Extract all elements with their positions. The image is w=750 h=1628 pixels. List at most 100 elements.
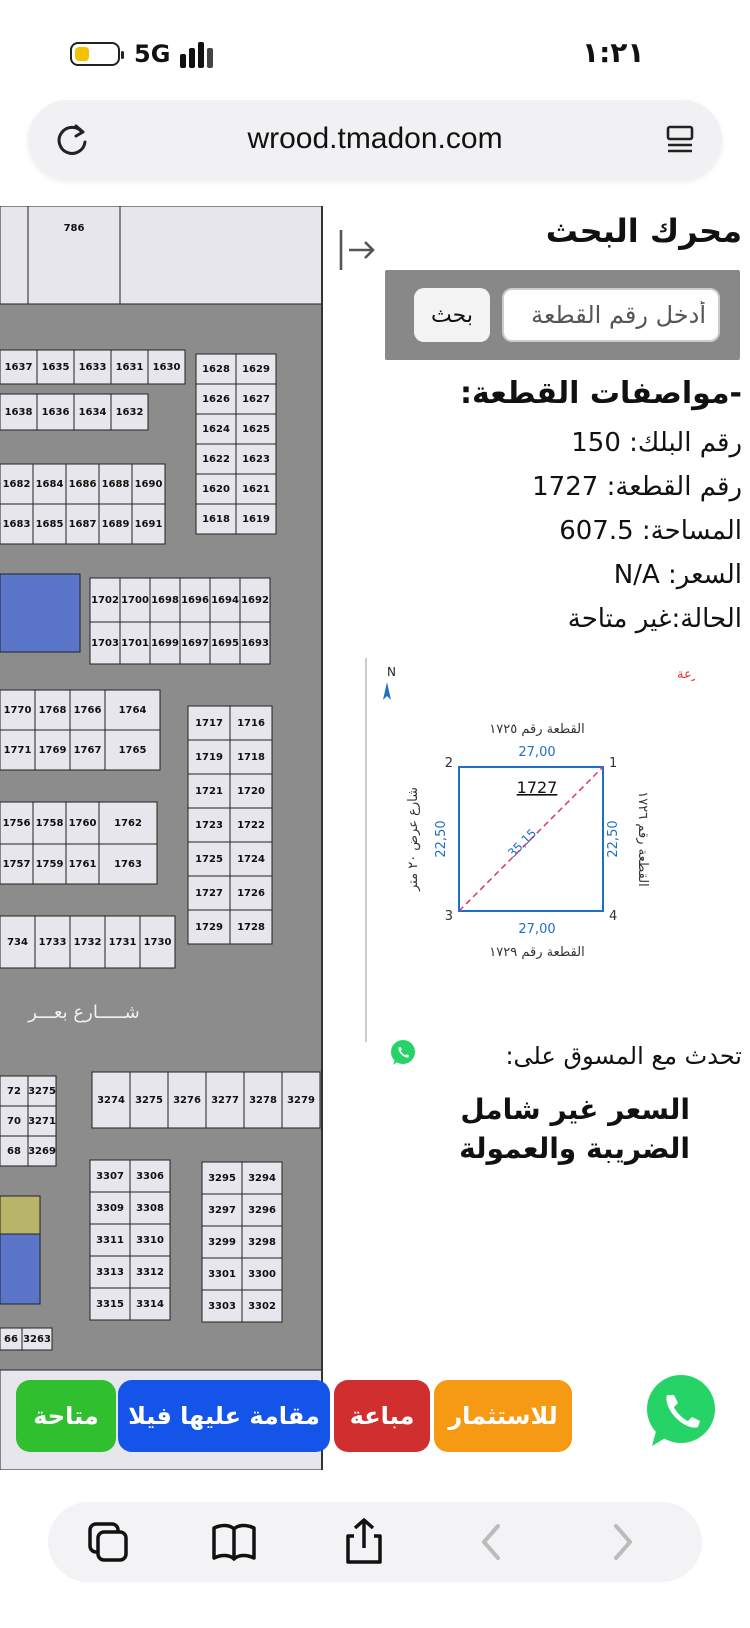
- map-lot[interactable]: 1725: [187, 841, 231, 877]
- map-lot[interactable]: 1695: [209, 621, 241, 665]
- url-text[interactable]: wrood.tmadon.com: [108, 122, 642, 156]
- map-lot[interactable]: 3263: [21, 1327, 53, 1351]
- map-lot[interactable]: 1721: [187, 773, 231, 809]
- map-lot[interactable]: 1758: [32, 801, 67, 845]
- map-lot[interactable]: 3310: [129, 1223, 171, 1257]
- plot-map[interactable]: 786 1637 1635 1633 1631 1630 1638 1636 1634 1632 1…: [0, 206, 323, 1470]
- map-lot[interactable]: 1760: [65, 801, 100, 845]
- legend-available-button[interactable]: متاحة: [16, 1380, 116, 1452]
- collapse-arrow-icon[interactable]: [337, 228, 377, 272]
- map-lot[interactable]: 1718: [229, 739, 273, 775]
- map-lot[interactable]: 1638: [0, 393, 38, 431]
- map-lot[interactable]: 3277: [205, 1071, 245, 1129]
- map-lot[interactable]: 3269: [27, 1135, 57, 1167]
- address-bar[interactable]: wrood.tmadon.com: [28, 100, 722, 180]
- map-lot[interactable]: 1703: [89, 621, 121, 665]
- map-lot[interactable]: 1621: [235, 473, 277, 505]
- map-lot[interactable]: 1756: [0, 801, 34, 845]
- map-lot[interactable]: 3297: [201, 1193, 243, 1227]
- map-lot[interactable]: 3274: [91, 1071, 131, 1129]
- whatsapp-float-icon[interactable]: [638, 1368, 724, 1454]
- map-lot[interactable]: 1626: [195, 383, 237, 415]
- map-lot[interactable]: 1767: [69, 729, 106, 771]
- map-lot[interactable]: 1689: [98, 503, 133, 545]
- map-lot[interactable]: 1763: [98, 843, 158, 885]
- map-lot[interactable]: 1700: [119, 577, 151, 623]
- map-lot[interactable]: 1723: [187, 807, 231, 843]
- map-lot[interactable]: 1726: [229, 875, 273, 911]
- map-canvas[interactable]: 786 1637 1635 1633 1631 1630 1638 1636 1634 1632 1…: [0, 206, 323, 1470]
- map-lot[interactable]: 1702: [89, 577, 121, 623]
- map-lot[interactable]: 1634: [73, 393, 112, 431]
- map-lot[interactable]: 1690: [131, 463, 166, 505]
- map-lot[interactable]: 1765: [104, 729, 161, 771]
- legend-investment-button[interactable]: للاستثمار: [434, 1380, 572, 1452]
- map-lot[interactable]: 1768: [34, 689, 71, 731]
- reload-icon[interactable]: [50, 118, 94, 162]
- map-lot[interactable]: 1730: [139, 915, 176, 969]
- map-lot[interactable]: 1766: [69, 689, 106, 731]
- legend-sold-button[interactable]: مباعة: [334, 1380, 430, 1452]
- map-lot[interactable]: 3303: [201, 1289, 243, 1323]
- map-lot[interactable]: 1719: [187, 739, 231, 775]
- map-lot[interactable]: 68: [0, 1135, 29, 1167]
- map-lot[interactable]: 1694: [209, 577, 241, 623]
- map-lot[interactable]: 3301: [201, 1257, 243, 1291]
- map-lot[interactable]: 3311: [89, 1223, 131, 1257]
- map-lot[interactable]: 1623: [235, 443, 277, 475]
- map-lot[interactable]: 3307: [89, 1159, 131, 1193]
- map-lot[interactable]: 3302: [241, 1289, 283, 1323]
- map-lot[interactable]: 3314: [129, 1287, 171, 1321]
- map-lot[interactable]: 1620: [195, 473, 237, 505]
- map-lot[interactable]: 1627: [235, 383, 277, 415]
- bookmarks-icon[interactable]: [208, 1516, 260, 1568]
- map-lot[interactable]: 3275: [27, 1075, 57, 1107]
- map-lot[interactable]: 70: [0, 1105, 29, 1137]
- map-lot[interactable]: 3309: [89, 1191, 131, 1225]
- map-lot[interactable]: 1624: [195, 413, 237, 445]
- map-lot[interactable]: 1630: [147, 349, 186, 385]
- map-lot[interactable]: 1733: [34, 915, 71, 969]
- map-lot[interactable]: 1631: [110, 349, 149, 385]
- map-lot[interactable]: 1696: [179, 577, 211, 623]
- map-lot[interactable]: 1685: [32, 503, 67, 545]
- map-lot[interactable]: 1684: [32, 463, 67, 505]
- map-lot[interactable]: 1622: [195, 443, 237, 475]
- map-lot[interactable]: 1635: [36, 349, 75, 385]
- map-lot[interactable]: 3306: [129, 1159, 171, 1193]
- map-lot[interactable]: 1729: [187, 909, 231, 945]
- forward-icon[interactable]: [596, 1516, 648, 1568]
- map-lot[interactable]: 1688: [98, 463, 133, 505]
- map-lot[interactable]: 1625: [235, 413, 277, 445]
- plot-search-input[interactable]: [502, 288, 720, 342]
- map-lot[interactable]: 3294: [241, 1161, 283, 1195]
- map-lot[interactable]: 72: [0, 1075, 29, 1107]
- whatsapp-icon[interactable]: [388, 1038, 418, 1068]
- map-lot[interactable]: 1716: [229, 705, 273, 741]
- map-lot[interactable]: 1697: [179, 621, 211, 665]
- map-lot[interactable]: 1731: [104, 915, 141, 969]
- map-lot[interactable]: 3296: [241, 1193, 283, 1227]
- map-lot[interactable]: 1759: [32, 843, 67, 885]
- map-lot[interactable]: 1727: [187, 875, 231, 911]
- tabs-icon[interactable]: [82, 1516, 134, 1568]
- map-lot[interactable]: 734: [0, 915, 36, 969]
- map-lot[interactable]: 1722: [229, 807, 273, 843]
- map-lot[interactable]: 1619: [235, 503, 277, 535]
- map-lot[interactable]: 3308: [129, 1191, 171, 1225]
- map-lot[interactable]: 1629: [235, 353, 277, 385]
- map-lot[interactable]: 1686: [65, 463, 100, 505]
- share-icon[interactable]: [338, 1516, 390, 1568]
- map-lot[interactable]: 1701: [119, 621, 151, 665]
- map-lot[interactable]: 1717: [187, 705, 231, 741]
- legend-built-button[interactable]: مقامة عليها فيلا: [118, 1380, 330, 1452]
- map-lot[interactable]: 1628: [195, 353, 237, 385]
- map-lot[interactable]: 3300: [241, 1257, 283, 1291]
- search-button[interactable]: بحث: [414, 288, 490, 342]
- map-lot[interactable]: 3313: [89, 1255, 131, 1289]
- map-lot[interactable]: 1692: [239, 577, 271, 623]
- map-lot[interactable]: 3312: [129, 1255, 171, 1289]
- map-lot[interactable]: 1637: [0, 349, 38, 385]
- map-lot[interactable]: 3279: [281, 1071, 321, 1129]
- map-lot[interactable]: 1683: [0, 503, 34, 545]
